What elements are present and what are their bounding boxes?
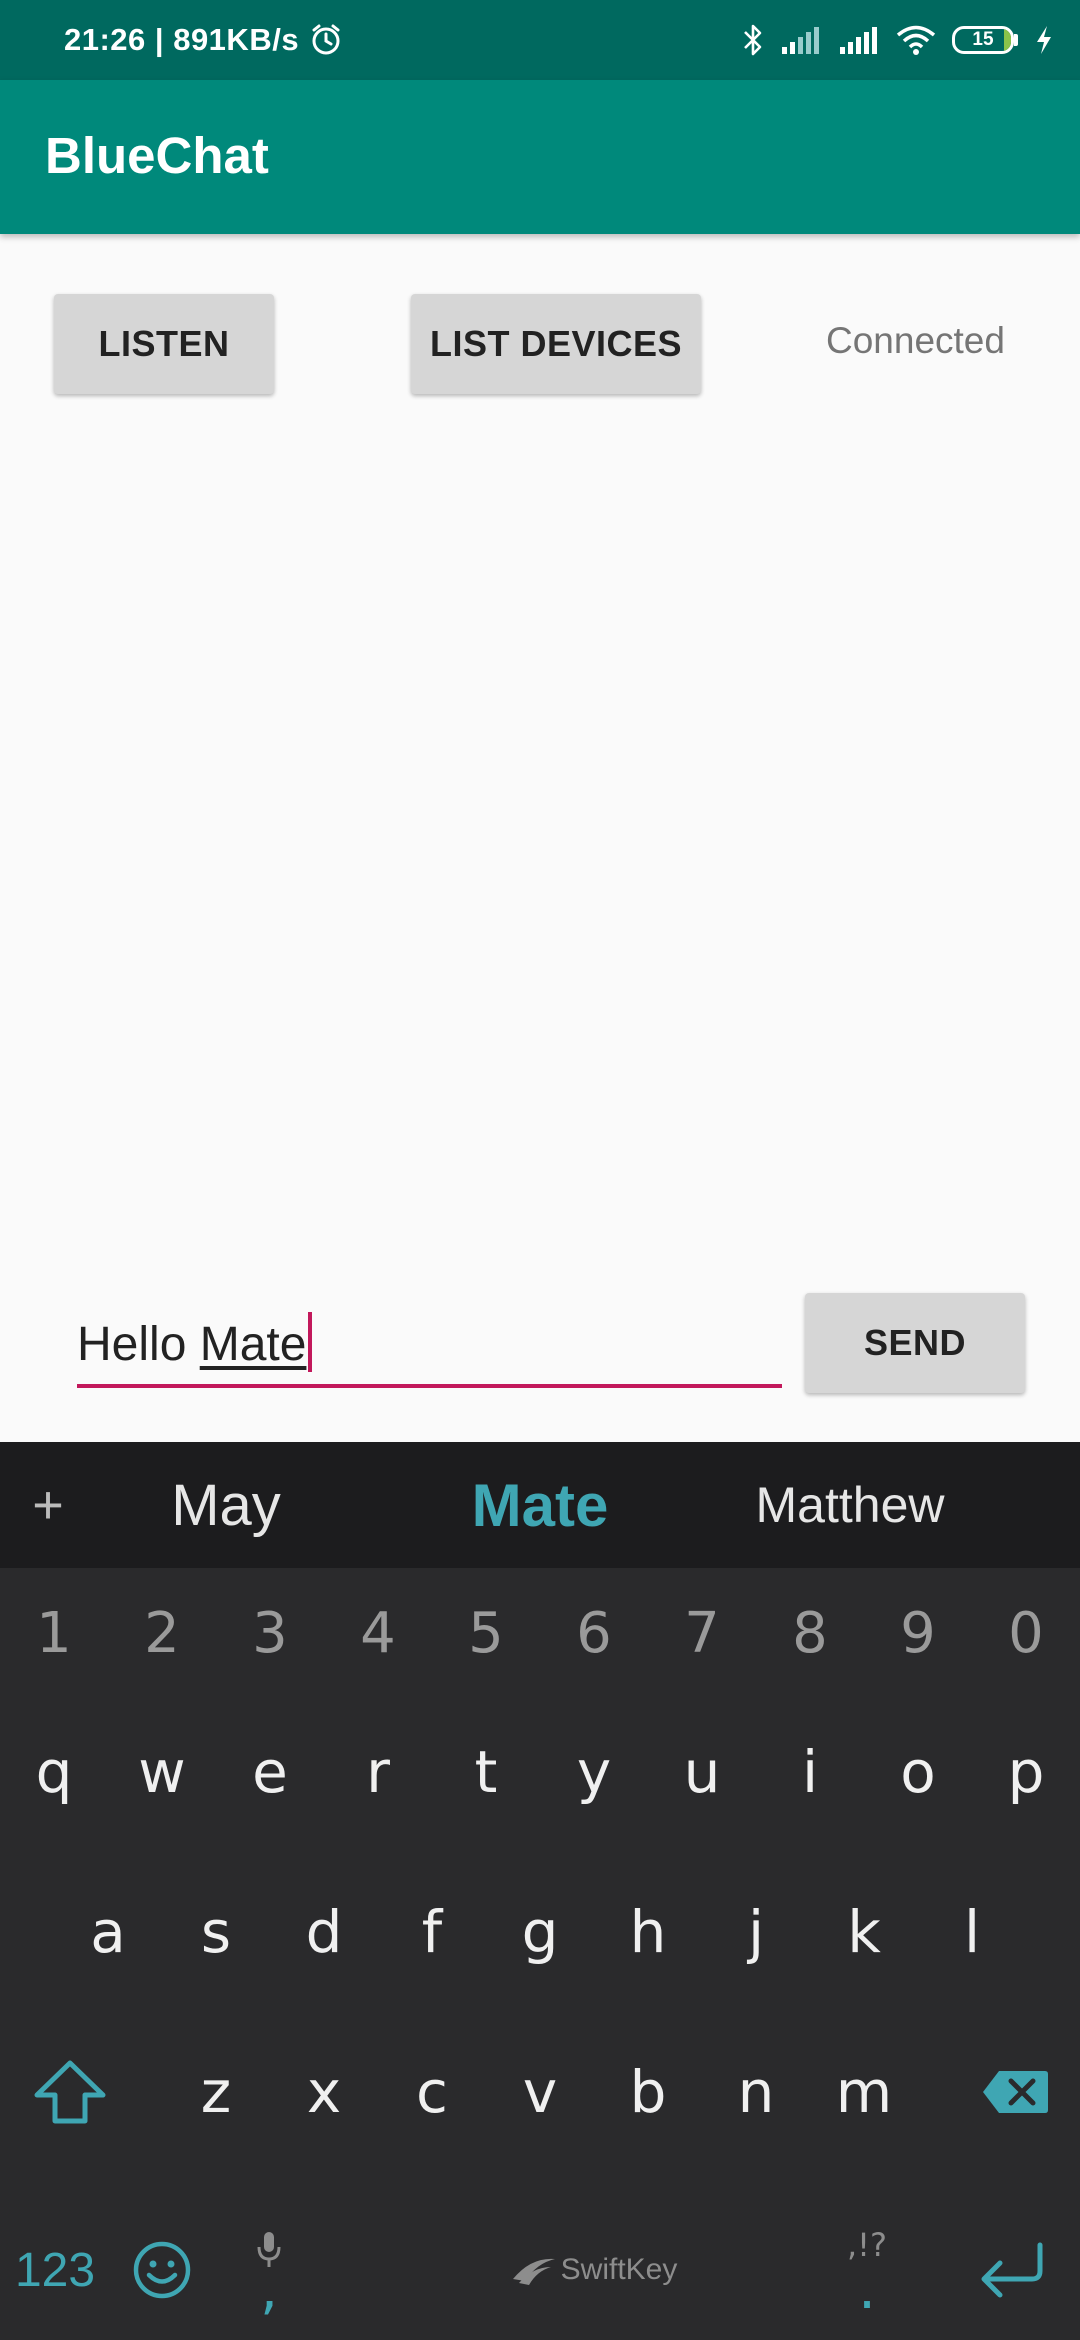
key-c[interactable]: c <box>378 2032 486 2152</box>
key-x[interactable]: x <box>270 2032 378 2152</box>
key-i[interactable]: i <box>756 1712 864 1832</box>
emoji-icon <box>133 2241 191 2299</box>
suggestion-left[interactable]: May <box>96 1442 356 1568</box>
key-2[interactable]: 2 <box>108 1568 216 1698</box>
key-k[interactable]: k <box>810 1872 918 1992</box>
enter-key[interactable] <box>940 2200 1080 2340</box>
key-4[interactable]: 4 <box>324 1568 432 1698</box>
suggestion-bar: + May Mate Matthew <box>0 1442 1080 1568</box>
suggestion-right[interactable]: Matthew <box>700 1442 1000 1568</box>
key-7[interactable]: 7 <box>648 1568 756 1698</box>
space-key[interactable]: SwiftKey <box>324 2200 864 2340</box>
app-bar: BlueChat <box>0 80 1080 234</box>
charging-icon <box>1037 26 1051 54</box>
key-f[interactable]: f <box>378 1872 486 1992</box>
key-1[interactable]: 1 <box>0 1568 108 1698</box>
key-3[interactable]: 3 <box>216 1568 324 1698</box>
app-title: BlueChat <box>45 127 269 184</box>
key-l[interactable]: l <box>918 1872 1026 1992</box>
send-button[interactable]: SEND <box>805 1293 1025 1393</box>
bluetooth-icon <box>744 24 762 56</box>
key-n[interactable]: n <box>702 2032 810 2152</box>
list-devices-button[interactable]: LIST DEVICES <box>411 294 701 394</box>
brand-label: SwiftKey <box>560 2253 678 2286</box>
connection-status: Connected <box>826 320 1005 361</box>
battery-icon: 15 <box>952 26 1018 54</box>
key-e[interactable]: e <box>216 1712 324 1832</box>
key-g[interactable]: g <box>486 1872 594 1992</box>
alarm-icon <box>312 24 340 55</box>
enter-icon <box>981 2242 1043 2298</box>
backspace-icon <box>983 2071 1048 2113</box>
key-d[interactable]: d <box>270 1872 378 1992</box>
key-5[interactable]: 5 <box>432 1568 540 1698</box>
signal-icon <box>840 27 877 54</box>
network-speed: 891KB/s <box>173 22 300 57</box>
message-input[interactable]: Hello Mate <box>77 1312 782 1384</box>
suggestion-center[interactable]: Mate <box>400 1442 680 1568</box>
key-m[interactable]: m <box>810 2032 918 2152</box>
toolbar-plus-icon[interactable]: + <box>0 1442 96 1568</box>
input-underline <box>77 1384 782 1388</box>
emoji-key[interactable] <box>110 2200 214 2340</box>
key-y[interactable]: y <box>540 1712 648 1832</box>
wifi-icon <box>896 25 936 55</box>
text-caret <box>308 1312 313 1372</box>
backspace-key[interactable] <box>950 2032 1080 2152</box>
key-s[interactable]: s <box>162 1872 270 1992</box>
key-j[interactable]: j <box>702 1872 810 1992</box>
comma-label: , <box>260 2257 278 2322</box>
status-bar: 21:26 | 891KB/s 15 <box>0 0 1080 80</box>
key-p[interactable]: p <box>972 1712 1080 1832</box>
status-time: 21:26 <box>64 22 146 57</box>
signal-icon <box>782 27 819 54</box>
key-a[interactable]: a <box>54 1872 162 1992</box>
key-w[interactable]: w <box>108 1712 216 1832</box>
battery-level: 15 <box>972 29 994 50</box>
composing-word: Mate <box>199 1318 307 1371</box>
key-r[interactable]: r <box>324 1712 432 1832</box>
shift-icon <box>34 2060 106 2124</box>
status-left: 21:26 | 891KB/s <box>64 0 343 80</box>
key-b[interactable]: b <box>594 2032 702 2152</box>
swiftkey-logo-icon <box>512 2258 555 2285</box>
key-6[interactable]: 6 <box>540 1568 648 1698</box>
period-label: . <box>858 2257 876 2322</box>
key-o[interactable]: o <box>864 1712 972 1832</box>
key-8[interactable]: 8 <box>756 1568 864 1698</box>
numbers-mode-key[interactable]: 123 <box>0 2200 110 2340</box>
key-h[interactable]: h <box>594 1872 702 1992</box>
message-text: Hello <box>77 1318 200 1371</box>
shift-key[interactable] <box>0 2032 140 2152</box>
comma-key[interactable]: , <box>214 2200 324 2340</box>
listen-button[interactable]: LISTEN <box>54 294 274 394</box>
key-9[interactable]: 9 <box>864 1568 972 1698</box>
key-v[interactable]: v <box>486 2032 594 2152</box>
status-right: 15 <box>742 0 1054 80</box>
key-z[interactable]: z <box>162 2032 270 2152</box>
key-0[interactable]: 0 <box>972 1568 1080 1698</box>
period-key[interactable]: ,!? . <box>812 2200 922 2340</box>
key-t[interactable]: t <box>432 1712 540 1832</box>
key-u[interactable]: u <box>648 1712 756 1832</box>
key-q[interactable]: q <box>0 1712 108 1832</box>
keyboard: + May Mate Matthew 1 2 3 4 5 6 7 8 9 0 q… <box>0 1442 1080 2340</box>
